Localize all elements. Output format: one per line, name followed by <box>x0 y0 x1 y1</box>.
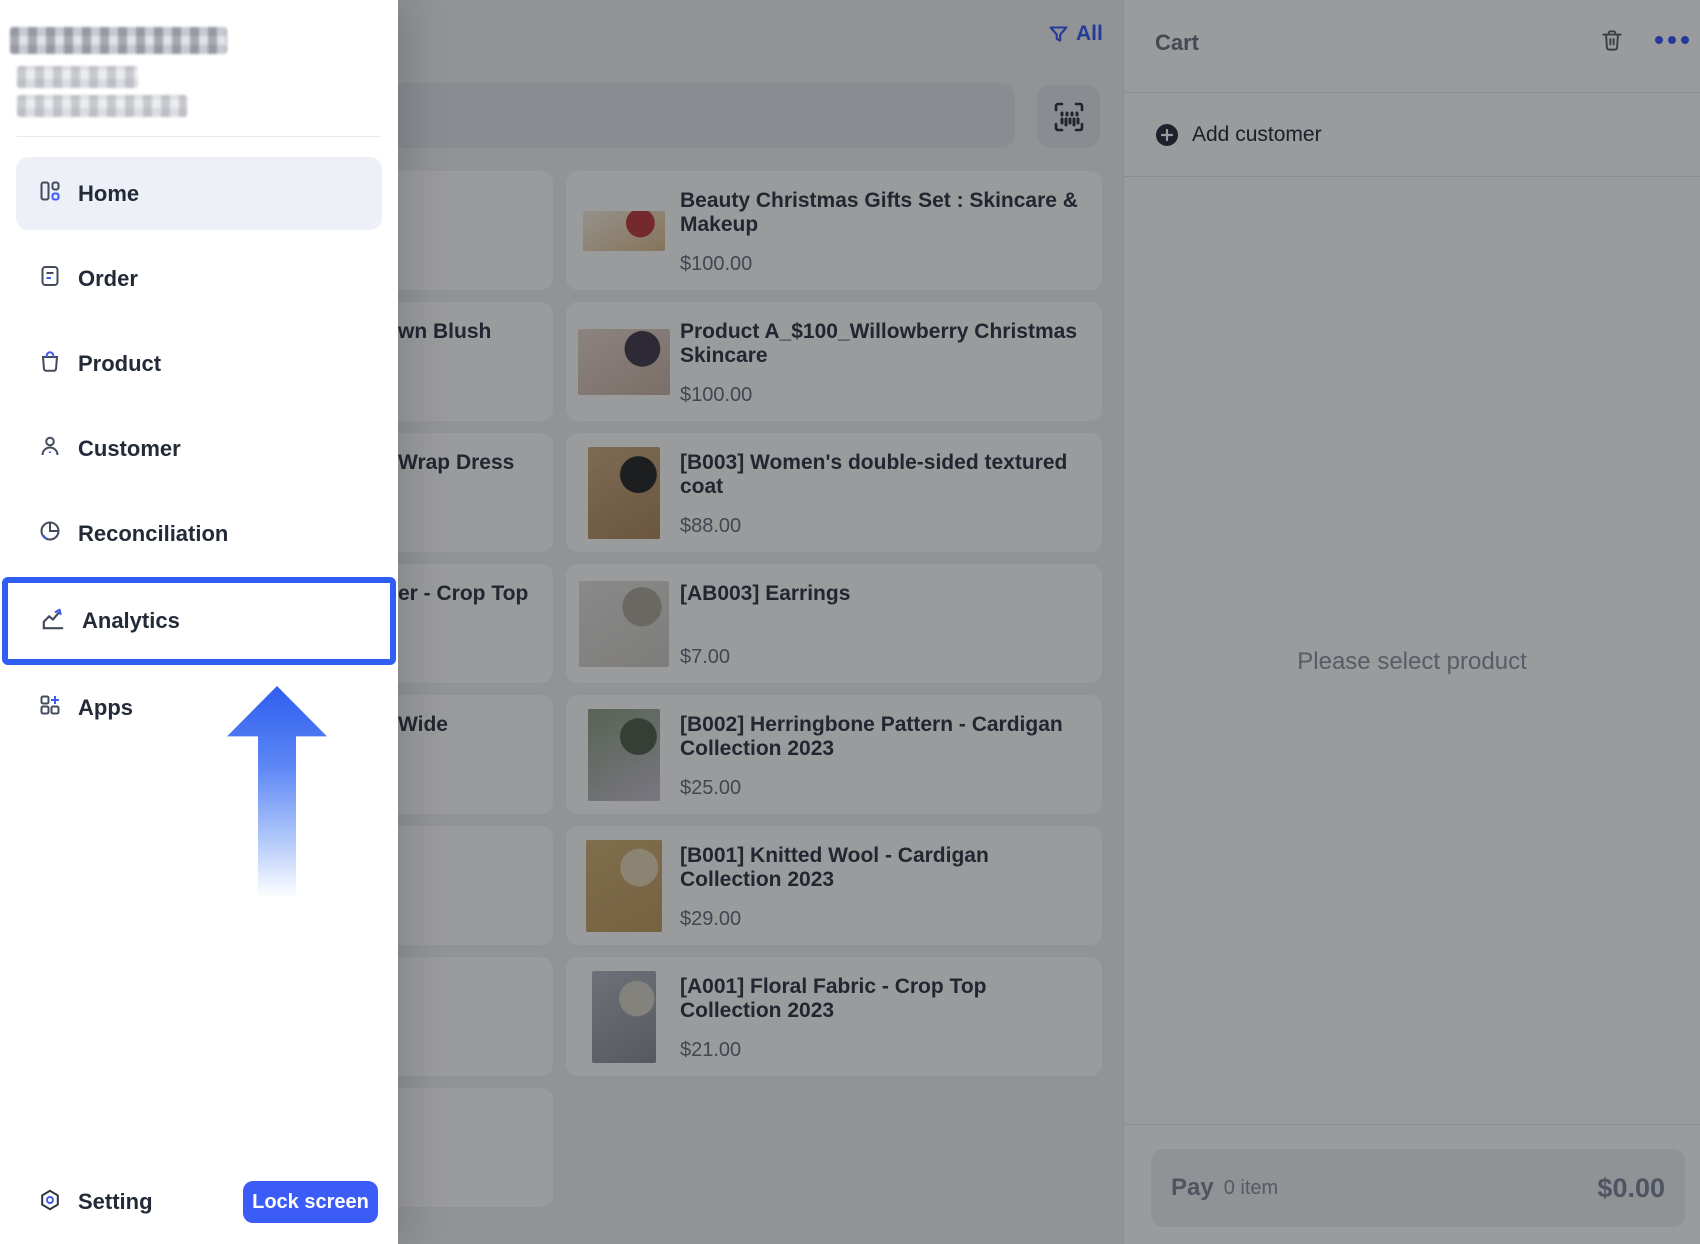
navigation-drawer: Home Order Product Customer Reconciliation An… <box>0 0 398 1244</box>
sidebar-item-customer[interactable]: Customer <box>16 412 382 485</box>
sidebar-divider <box>17 136 381 137</box>
document-icon <box>38 264 62 293</box>
pie-chart-icon <box>38 519 62 548</box>
sidebar-item-label: Apps <box>78 694 133 720</box>
sidebar-item-label: Order <box>78 265 138 291</box>
app-window: All wn Blush Wrap Dress er - Crop Top Wide … <box>0 0 1700 1244</box>
sidebar-item-label: Customer <box>78 435 181 461</box>
sidebar-item-analytics[interactable]: Analytics <box>2 577 396 665</box>
dashboard-icon <box>38 179 62 208</box>
sidebar-item-home[interactable]: Home <box>16 157 382 230</box>
line-chart-icon <box>40 606 66 637</box>
account-info-redacted <box>17 95 187 117</box>
apps-grid-icon <box>38 693 62 722</box>
lock-screen-button[interactable]: Lock screen <box>243 1181 378 1223</box>
account-info-redacted <box>10 27 227 54</box>
gear-icon <box>38 1188 62 1217</box>
person-icon <box>38 434 62 463</box>
sidebar-item-label: Product <box>78 350 162 376</box>
sidebar-item-label: Reconciliation <box>78 520 229 546</box>
bag-icon <box>38 349 62 378</box>
setting-label: Setting <box>78 1189 153 1214</box>
sidebar-item-label: Home <box>78 180 140 206</box>
sidebar-item-apps[interactable]: Apps <box>16 671 382 744</box>
sidebar-item-reconciliation[interactable]: Reconciliation <box>16 497 382 570</box>
sidebar-item-order[interactable]: Order <box>16 242 382 315</box>
sidebar-item-product[interactable]: Product <box>16 327 382 400</box>
sidebar-item-label: Analytics <box>82 608 180 633</box>
sidebar-item-setting[interactable]: Setting <box>38 1178 153 1226</box>
account-info-redacted <box>17 66 138 88</box>
